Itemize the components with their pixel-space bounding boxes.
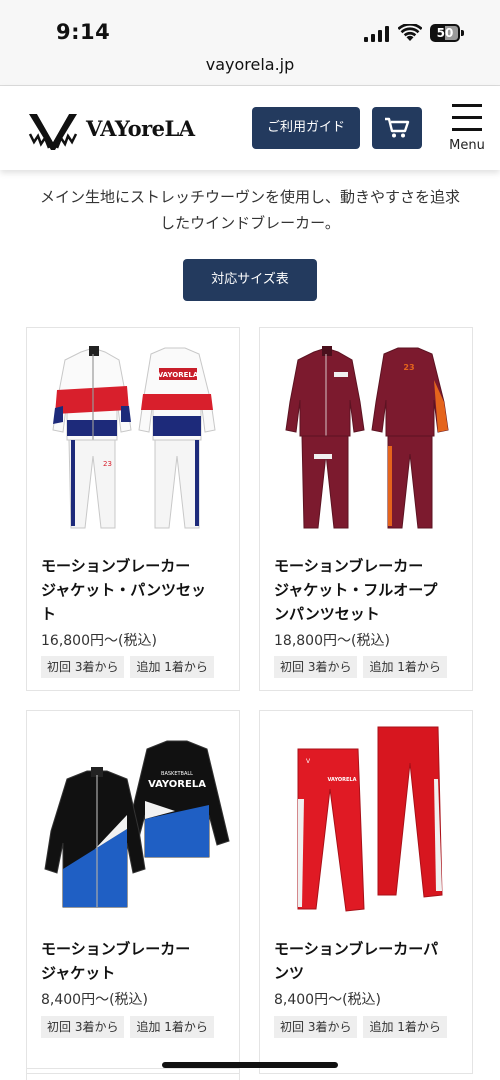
product-price: 18,800円〜(税込) (274, 633, 390, 649)
min-order-badge: 初回 3着から (274, 1016, 358, 1038)
product-price: 8,400円〜(税込) (41, 992, 149, 1008)
size-chart-button[interactable]: 対応サイズ表 (183, 259, 317, 301)
product-image[interactable]: VAYORELA V (268, 719, 464, 919)
additional-order-badge: 追加 1着から (130, 656, 214, 678)
min-order-badge: 初回 3着から (274, 656, 358, 678)
product-description: メイン生地にストレッチウーヴンを使用し、動きやすさを追求 したウインドブレーカー… (20, 184, 480, 236)
order-tags: 初回 3着から 追加 1着から (274, 656, 453, 678)
description-line: メイン生地にストレッチウーヴンを使用し、動きやすさを追求 (39, 188, 460, 206)
order-tags: 初回 3着から 追加 1着から (41, 656, 220, 678)
product-price: 16,800円〜(税込) (41, 633, 157, 649)
additional-order-badge: 追加 1着から (363, 1016, 447, 1038)
cellular-signal-icon (364, 26, 389, 42)
product-name[interactable]: モーションブレーカー ジャケット・フルオープ ンパンツセット (274, 554, 466, 626)
cart-icon (385, 117, 410, 138)
product-image[interactable]: BASKETBALL VAYORELA (35, 719, 231, 919)
hamburger-icon (452, 104, 482, 107)
product-name[interactable]: モーションブレーカーパ ンツ (274, 937, 466, 985)
battery-level: 50 (436, 26, 454, 40)
home-indicator[interactable] (162, 1062, 338, 1068)
pants-print: VAYORELA (328, 777, 357, 783)
site-header: VAYoreLA ご利用ガイド Menu (0, 86, 500, 170)
product-card-jacket-pants-set[interactable]: 23 VAYORELA モーションブレーカー ジャケット・パンツセッ ト 16,… (26, 327, 240, 691)
product-image[interactable]: 23 VAYORELA (35, 336, 231, 536)
product-card-pants[interactable]: VAYORELA V モーションブレーカーパ ンツ 8,400円〜(税込) 初回… (259, 710, 473, 1074)
back-print: VAYORELA (158, 371, 199, 379)
menu-label: Menu (449, 138, 485, 153)
product-price: 8,400円〜(税込) (274, 992, 382, 1008)
product-card-jacket-full-open-pants-set[interactable]: 23 モーションブレーカー ジャケット・フルオープ ンパンツセット 18,800… (259, 327, 473, 691)
wifi-icon (398, 24, 422, 41)
min-order-badge: 初回 3着から (41, 1016, 125, 1038)
user-guide-button[interactable]: ご利用ガイド (252, 107, 360, 149)
pants-number: 23 (103, 460, 112, 468)
back-number: 23 (403, 363, 414, 372)
order-tags: 初回 3着から 追加 1着から (41, 1016, 220, 1038)
product-image[interactable]: 23 (268, 336, 464, 536)
status-bar: 9:14 50 (0, 0, 500, 54)
status-time: 9:14 (56, 20, 111, 44)
order-tags: 初回 3着から 追加 1着から (274, 1016, 453, 1038)
additional-order-badge: 追加 1着から (363, 656, 447, 678)
product-name[interactable]: モーションブレーカー ジャケット・パンツセッ ト (41, 554, 233, 626)
description-line: したウインドブレーカー。 (160, 214, 340, 232)
product-name[interactable]: モーションブレーカー ジャケット (41, 937, 233, 985)
logo-text[interactable]: VAYoreLA (86, 116, 195, 141)
additional-order-badge: 追加 1着から (130, 1016, 214, 1038)
product-card-jacket[interactable]: BASKETBALL VAYORELA モーションブレーカー ジャケット 8,4… (26, 710, 240, 1074)
product-card-next[interactable] (26, 1068, 240, 1080)
browser-address-bar[interactable]: vayorela.jp (0, 54, 500, 86)
menu-button[interactable]: Menu (446, 104, 488, 154)
logo-mark-icon[interactable] (27, 108, 79, 150)
back-print: VAYORELA (148, 779, 206, 790)
cart-button[interactable] (372, 107, 422, 149)
back-print-sub: BASKETBALL (161, 771, 193, 777)
battery-icon: 50 (430, 24, 464, 42)
min-order-badge: 初回 3着から (41, 656, 125, 678)
url-text: vayorela.jp (205, 55, 295, 74)
